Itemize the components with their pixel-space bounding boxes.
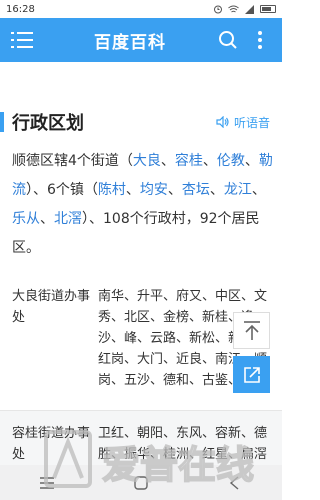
system-nav-bar	[0, 465, 282, 500]
separator: 、	[40, 211, 54, 227]
status-icons	[213, 4, 276, 14]
wifi-icon	[228, 5, 239, 12]
signal-icon	[245, 4, 254, 14]
app-header: 百度百科	[0, 18, 282, 62]
arrow-up-icon	[243, 320, 260, 340]
back-to-top-button[interactable]	[233, 312, 270, 349]
section-title: 行政区划	[12, 113, 84, 134]
table-cell-name: 大良街道办事处	[12, 289, 91, 325]
menu-icon	[40, 476, 54, 489]
search-button[interactable]	[216, 28, 240, 52]
separator: 、	[251, 182, 266, 198]
separator: 、	[160, 153, 175, 169]
intro-text: 顺德区辖4个街道（	[12, 153, 133, 169]
link-lecong[interactable]: 乐从	[12, 211, 40, 227]
separator: 、	[125, 182, 140, 198]
intro-paragraph: 顺德区辖4个街道（大良、容桂、伦教、勒流）、6个镇（陈村、均安、杏坛、龙江、乐从…	[12, 147, 274, 263]
section-accent-bar	[0, 112, 4, 132]
listen-button[interactable]: 听语音	[216, 114, 282, 131]
alarm-icon	[214, 5, 222, 14]
link-beijiao[interactable]: 北滘	[54, 211, 82, 227]
separator: 、	[209, 182, 224, 198]
nav-menu-button[interactable]	[32, 468, 62, 498]
battery-icon	[260, 5, 276, 13]
link-ronggui[interactable]: 容桂	[175, 153, 203, 169]
separator: 、	[202, 153, 217, 169]
page-title: 百度百科	[94, 32, 166, 53]
home-icon	[134, 475, 148, 490]
link-longjiang[interactable]: 龙江	[224, 182, 252, 198]
intro-text: ）、6个镇（	[26, 182, 98, 198]
nav-back-button[interactable]	[220, 468, 250, 498]
speaker-icon	[216, 116, 229, 128]
menu-button[interactable]	[0, 18, 44, 62]
separator: 、	[244, 153, 259, 169]
status-time: 16:28	[6, 3, 35, 15]
link-junan[interactable]: 均安	[140, 182, 168, 198]
header-actions	[216, 28, 282, 52]
section-header: 行政区划 听语音	[0, 106, 282, 138]
more-button[interactable]	[248, 28, 272, 52]
link-chencun[interactable]: 陈村	[98, 182, 126, 198]
share-button[interactable]	[233, 356, 270, 393]
link-lunjiao[interactable]: 伦教	[217, 153, 245, 169]
status-bar: 16:28	[0, 0, 282, 18]
more-vertical-icon	[258, 31, 262, 49]
nav-home-button[interactable]	[126, 468, 156, 498]
search-icon	[219, 31, 237, 49]
link-daliang[interactable]: 大良	[133, 153, 161, 169]
back-icon	[229, 475, 239, 490]
menu-icon	[11, 32, 33, 48]
share-icon	[243, 366, 260, 383]
listen-label: 听语音	[233, 115, 270, 130]
link-xingtan[interactable]: 杏坛	[182, 182, 210, 198]
separator: 、	[167, 182, 182, 198]
